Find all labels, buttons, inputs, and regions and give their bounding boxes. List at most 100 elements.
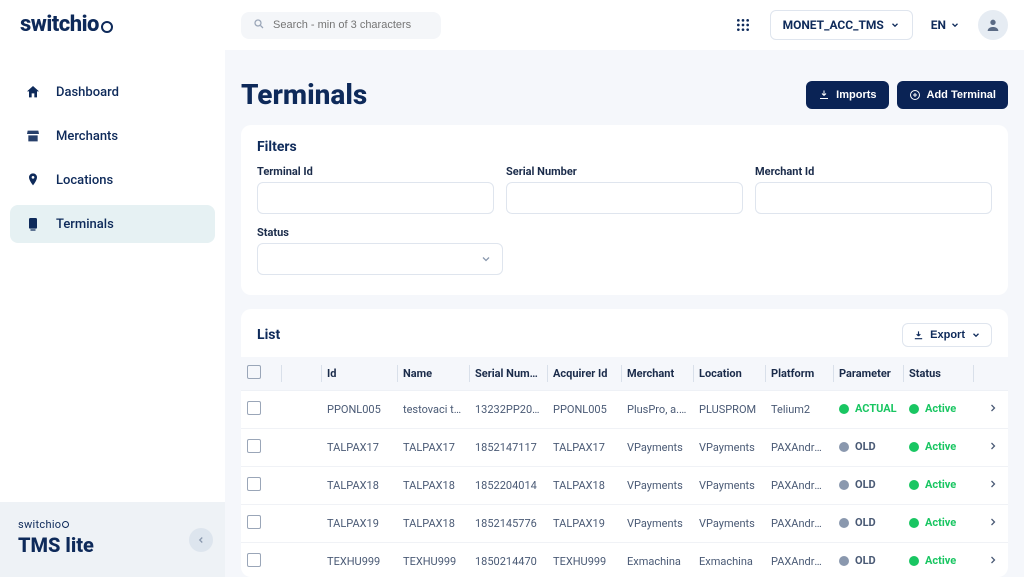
row-expand-button[interactable]	[973, 391, 1008, 429]
col-id[interactable]: Id	[321, 357, 397, 391]
filter-input-merchant-id[interactable]	[755, 182, 992, 214]
user-icon	[985, 17, 1001, 33]
row-expand-button[interactable]	[973, 505, 1008, 543]
cell-acquirer: TEXHU999	[547, 543, 621, 577]
select-all-checkbox[interactable]	[247, 365, 261, 379]
cell-acquirer: PPONL005	[547, 391, 621, 429]
col-acquirer[interactable]: Acquirer Id	[547, 357, 621, 391]
list-title: List	[257, 327, 280, 343]
export-button[interactable]: Export	[902, 323, 992, 347]
footer-title: TMS lite	[18, 533, 207, 557]
table-row[interactable]: TALPAX19TALPAX181852145776TALPAX19VPayme…	[241, 505, 1008, 543]
search-wrap[interactable]	[241, 12, 441, 39]
cell-platform: PAXAndroid	[765, 429, 833, 467]
col-merchant[interactable]: Merchant	[621, 357, 693, 391]
cell-id: TALPAX19	[321, 505, 397, 543]
row-checkbox[interactable]	[247, 515, 261, 529]
sidebar: switchio Dashboard Merchants Location	[0, 0, 225, 577]
cell-serial: 1852204014	[469, 467, 547, 505]
sidebar-nav: Dashboard Merchants Locations Terminals	[0, 53, 225, 249]
list-card: List Export	[241, 309, 1008, 577]
cell-acquirer: TALPAX17	[547, 429, 621, 467]
cell-id: PPONL005	[321, 391, 397, 429]
imports-button[interactable]: Imports	[806, 81, 888, 109]
cell-merchant: VPayments	[621, 429, 693, 467]
cell-serial: 1850214470	[469, 543, 547, 577]
tenant-label: MONET_ACC_TMS	[783, 18, 884, 32]
filter-input-serial-number[interactable]	[506, 182, 743, 214]
cell-serial: 13232PP20048376	[469, 391, 547, 429]
brand-logo: switchio	[20, 12, 113, 37]
sidebar-footer: switchio TMS lite	[0, 502, 225, 577]
chevron-right-icon	[987, 554, 999, 566]
sidebar-item-label: Locations	[56, 173, 113, 188]
table-row[interactable]: TALPAX17TALPAX171852147117TALPAX17VPayme…	[241, 429, 1008, 467]
chevron-right-icon	[987, 440, 999, 452]
status-dot-icon	[909, 518, 919, 528]
row-checkbox[interactable]	[247, 401, 261, 415]
filter-input-terminal-id[interactable]	[257, 182, 494, 214]
col-name[interactable]: Name	[397, 357, 469, 391]
cell-parameter: OLD	[833, 505, 903, 543]
plus-circle-icon	[909, 89, 921, 101]
store-icon	[24, 127, 42, 145]
topbar: MONET_ACC_TMS EN	[225, 0, 1024, 50]
sidebar-item-label: Dashboard	[56, 85, 119, 100]
page-title: Terminals	[241, 78, 367, 111]
cell-status: Active	[903, 505, 973, 543]
sidebar-item-merchants[interactable]: Merchants	[10, 117, 215, 155]
table-row[interactable]: TEXHU999TEXHU9991850214470TEXHU999Exmach…	[241, 543, 1008, 577]
brand-name: switchio	[20, 12, 99, 37]
table-header-row: Id Name Serial Number Acquirer Id Mercha…	[241, 357, 1008, 391]
filter-label-status: Status	[257, 226, 503, 239]
col-status[interactable]: Status	[903, 357, 973, 391]
cell-acquirer: TALPAX19	[547, 505, 621, 543]
cell-status: Active	[903, 429, 973, 467]
row-checkbox[interactable]	[247, 553, 261, 567]
language-select[interactable]: EN	[925, 12, 966, 38]
apps-grid-icon[interactable]	[728, 10, 758, 40]
download-icon	[913, 330, 924, 341]
sidebar-item-terminals[interactable]: Terminals	[10, 205, 215, 243]
cell-parameter: OLD	[833, 543, 903, 577]
chevron-down-icon	[950, 20, 960, 30]
col-location[interactable]: Location	[693, 357, 765, 391]
col-parameter[interactable]: Parameter	[833, 357, 903, 391]
row-expand-button[interactable]	[973, 429, 1008, 467]
cell-location: VPayments	[693, 467, 765, 505]
status-dot-icon	[839, 442, 849, 452]
footer-brand: switchio	[18, 518, 207, 531]
cell-acquirer: TALPAX18	[547, 467, 621, 505]
col-platform[interactable]: Platform	[765, 357, 833, 391]
cell-id: TEXHU999	[321, 543, 397, 577]
content: Terminals Imports Add Terminal Filters	[225, 50, 1024, 577]
status-dot-icon	[909, 556, 919, 566]
collapse-sidebar-button[interactable]	[189, 528, 213, 552]
filter-label-serial-number: Serial Number	[506, 165, 743, 178]
row-expand-button[interactable]	[973, 543, 1008, 577]
table-row[interactable]: PPONL005testovaci terminá13232PP20048376…	[241, 391, 1008, 429]
col-serial[interactable]: Serial Number	[469, 357, 547, 391]
cell-location: VPayments	[693, 505, 765, 543]
cell-id: TALPAX17	[321, 429, 397, 467]
row-checkbox[interactable]	[247, 439, 261, 453]
row-expand-button[interactable]	[973, 467, 1008, 505]
search-input[interactable]	[273, 19, 429, 31]
filter-select-status[interactable]	[257, 243, 503, 275]
filter-label-terminal-id: Terminal Id	[257, 165, 494, 178]
export-label: Export	[930, 329, 965, 341]
row-checkbox[interactable]	[247, 477, 261, 491]
tenant-select[interactable]: MONET_ACC_TMS	[770, 10, 913, 40]
cell-serial: 1852147117	[469, 429, 547, 467]
pin-icon	[24, 171, 42, 189]
cell-location: PLUSPROM	[693, 391, 765, 429]
sidebar-item-locations[interactable]: Locations	[10, 161, 215, 199]
filters-title: Filters	[257, 139, 992, 155]
table-row[interactable]: TALPAX18TALPAX181852204014TALPAX18VPayme…	[241, 467, 1008, 505]
status-dot-icon	[909, 442, 919, 452]
add-terminal-button[interactable]: Add Terminal	[897, 81, 1008, 109]
status-dot-icon	[839, 518, 849, 528]
sidebar-item-dashboard[interactable]: Dashboard	[10, 73, 215, 111]
user-avatar[interactable]	[978, 10, 1008, 40]
cell-platform: PAXAndroid	[765, 467, 833, 505]
